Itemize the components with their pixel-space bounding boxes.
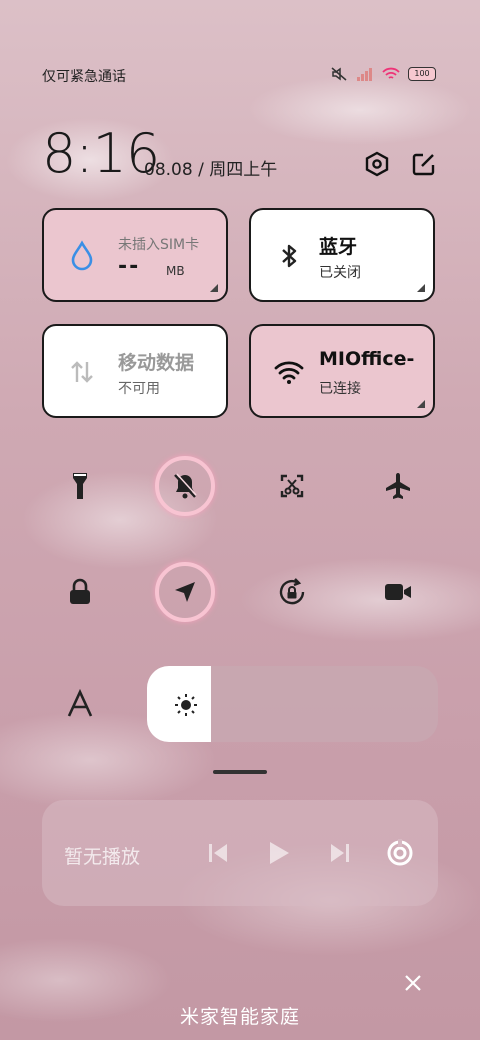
bluetooth-icon <box>282 244 297 268</box>
data-usage-value: -- <box>118 254 141 279</box>
wifi-icon <box>274 361 304 384</box>
wifi-icon <box>382 67 400 79</box>
video-camera-icon <box>385 584 411 600</box>
panel-drag-handle[interactable] <box>213 770 267 774</box>
edit-icon[interactable] <box>410 150 438 178</box>
brightness-slider[interactable] <box>147 666 438 742</box>
clock-time: 8:16 <box>42 122 160 185</box>
mobile-data-icon <box>71 361 93 383</box>
bluetooth-title: 蓝牙 <box>319 236 358 258</box>
wifi-tile[interactable]: MIOffice- 已连接 <box>249 324 435 418</box>
media-status-label: 暂无播放 <box>64 846 141 868</box>
location-toggle[interactable] <box>155 562 215 622</box>
previous-icon[interactable] <box>208 843 228 863</box>
toggle-active-ring <box>155 562 215 622</box>
media-player-card[interactable]: 暂无播放 <box>42 800 438 906</box>
sim-data-tile[interactable]: 未插入SIM卡 -- MB <box>42 208 228 302</box>
silent-mode-toggle[interactable] <box>155 456 215 516</box>
mobile-data-status: 不可用 <box>118 381 160 397</box>
wifi-network-name: MIOffice- <box>319 348 415 370</box>
data-usage-unit: MB <box>166 264 185 278</box>
lock-screen-toggle[interactable] <box>50 562 110 622</box>
lock-icon <box>70 578 90 604</box>
tile-expand-indicator <box>417 400 425 408</box>
flashlight-icon <box>73 473 87 499</box>
font-size-button[interactable] <box>50 674 110 734</box>
signal-icon <box>357 68 372 81</box>
sim-status-label: 未插入SIM卡 <box>118 237 200 253</box>
toggle-active-ring <box>155 456 215 516</box>
cast-icon[interactable] <box>386 839 414 867</box>
next-icon[interactable] <box>330 843 350 863</box>
screen-record-toggle[interactable] <box>368 562 428 622</box>
sun-icon <box>175 694 197 716</box>
status-carrier-text: 仅可紧急通话 <box>42 69 126 85</box>
mobile-data-title: 移动数据 <box>118 352 195 374</box>
wifi-status: 已连接 <box>319 381 361 397</box>
mobile-data-tile[interactable]: 移动数据 不可用 <box>42 324 228 418</box>
font-a-icon <box>67 689 93 717</box>
bluetooth-tile[interactable]: 蓝牙 已关闭 <box>249 208 435 302</box>
tile-expand-indicator <box>210 284 218 292</box>
flashlight-toggle[interactable] <box>50 456 110 516</box>
rotation-lock-icon <box>279 578 305 605</box>
screenshot-icon <box>280 474 304 498</box>
battery-icon: 100 <box>408 67 436 81</box>
smart-home-title: 米家智能家庭 <box>179 1006 300 1028</box>
screenshot-toggle[interactable] <box>262 456 322 516</box>
mute-icon <box>331 67 347 81</box>
clock-date: 08.08 / 周四上午 <box>144 160 278 180</box>
status-icons: 100 <box>330 66 436 82</box>
rotation-lock-toggle[interactable] <box>262 562 322 622</box>
close-icon[interactable] <box>402 972 424 994</box>
airplane-icon <box>386 473 410 499</box>
airplane-mode-toggle[interactable] <box>368 456 428 516</box>
water-drop-icon <box>71 240 93 271</box>
bluetooth-status: 已关闭 <box>319 265 361 281</box>
tile-expand-indicator <box>417 284 425 292</box>
settings-hexagon-icon[interactable] <box>363 150 391 178</box>
play-icon[interactable] <box>268 841 290 865</box>
